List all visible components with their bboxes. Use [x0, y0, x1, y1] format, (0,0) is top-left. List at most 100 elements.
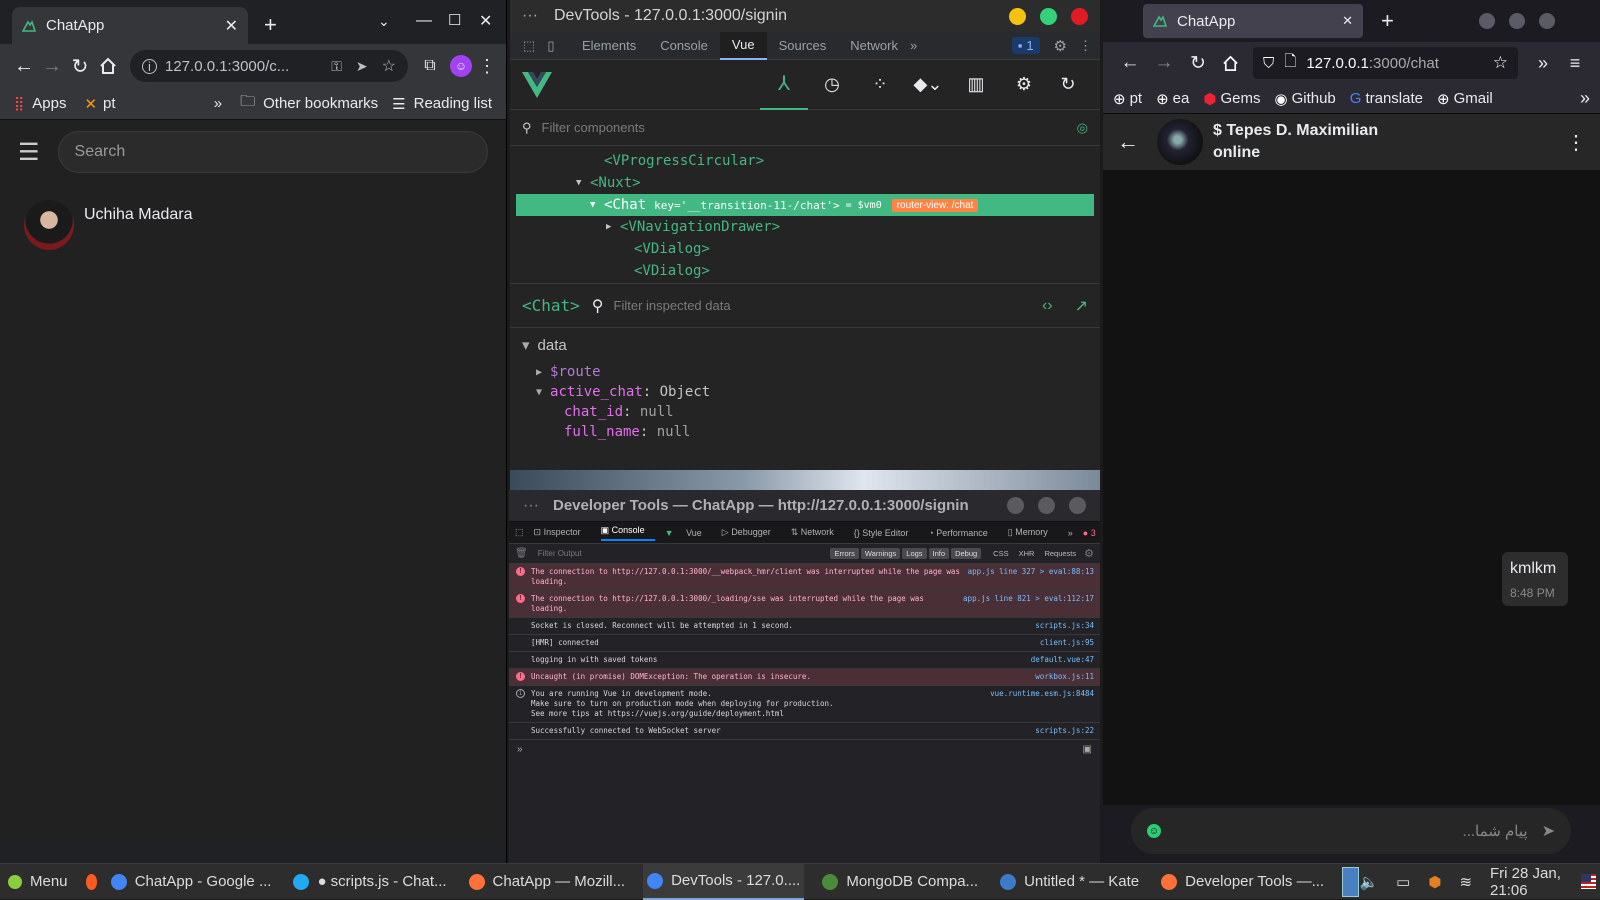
active-chat-key[interactable]: active_chat — [550, 384, 643, 400]
bookmark-item[interactable]: ⊕ pt — [1113, 90, 1142, 108]
picker-icon[interactable]: ⬚ — [515, 527, 524, 538]
tree-arrow-icon[interactable]: ▼ — [590, 200, 604, 210]
wifi-icon[interactable]: ≋ — [1459, 873, 1472, 891]
vuex-icon[interactable]: ⁘ — [856, 74, 904, 95]
console-message[interactable]: ! The connection to http://127.0.0.1:3000… — [509, 591, 1100, 618]
more-tabs-icon[interactable]: » — [910, 38, 1012, 53]
console-message[interactable]: ! Uncaught (in promise) DOMException: The… — [509, 669, 1100, 686]
update-shield-icon[interactable]: ⬢ — [1428, 873, 1441, 891]
console-source-link[interactable]: workbox.js:11 — [1035, 672, 1094, 682]
console-message[interactable]: [HMR] connected client.js:95 — [509, 635, 1100, 652]
minimize-button[interactable] — [1007, 497, 1024, 514]
minimize-icon[interactable]: — — [416, 12, 432, 30]
tree-arrow-icon[interactable]: ▶ — [606, 222, 620, 232]
tree-arrow-icon[interactable]: ▼ — [576, 178, 590, 188]
tab-search-icon[interactable]: ⌄ — [378, 13, 390, 30]
battery-icon[interactable]: ▭ — [1396, 873, 1410, 891]
timeline-icon[interactable]: ◷ — [808, 74, 856, 95]
taskbar-item[interactable]: ChatApp — Mozill... — [465, 864, 630, 900]
emoji-icon[interactable]: ☺ — [1147, 824, 1161, 838]
hamburger-icon[interactable]: ☰ — [18, 138, 40, 167]
more-tabs-icon[interactable]: » — [1068, 528, 1073, 538]
taskbar-item[interactable]: MongoDB Compa... — [818, 864, 982, 900]
send-icon[interactable]: ➤ — [356, 58, 368, 75]
chat-id-value[interactable]: null — [640, 404, 674, 420]
home-icon[interactable] — [1215, 55, 1245, 72]
settings-icon[interactable]: ⚙ — [1054, 37, 1067, 55]
select-component-icon[interactable]: ◎ — [1077, 120, 1088, 136]
tab-memory[interactable]: ▯ Memory — [1008, 527, 1058, 538]
more-icon[interactable]: ⋮ — [1079, 38, 1092, 54]
tab-console[interactable]: Console — [648, 32, 720, 60]
close-tab-icon[interactable]: ✕ — [225, 16, 238, 36]
tab-debugger[interactable]: ▷ Debugger — [722, 527, 781, 538]
bookmark-apps[interactable]: Apps — [32, 95, 66, 112]
brave-launcher-icon[interactable] — [85, 873, 97, 890]
tab-elements[interactable]: Elements — [570, 32, 648, 60]
taskbar-item[interactable]: Untitled * — Kate — [996, 864, 1143, 900]
editor-mode-icon[interactable]: ▣ — [1083, 744, 1092, 755]
trash-icon[interactable]: 🗑 — [515, 548, 528, 559]
key-icon[interactable]: ⚿ — [331, 58, 342, 75]
reload-icon[interactable]: ↻ — [1181, 52, 1215, 75]
forward-icon[interactable]: → — [1147, 52, 1181, 74]
more-bookmarks-icon[interactable]: » — [1580, 88, 1590, 109]
apps-icon[interactable]: ⣿ — [14, 95, 24, 112]
address-bar[interactable]: i 127.0.0.1:3000/c... ⚿ ➤ ☆ — [130, 50, 408, 82]
console-input[interactable]: » ▣ — [509, 740, 1100, 759]
console-source-link[interactable]: scripts.js:22 — [1035, 726, 1094, 736]
tab-style-editor[interactable]: {} Style Editor — [854, 528, 919, 538]
home-icon[interactable] — [94, 57, 122, 75]
forward-icon[interactable]: → — [38, 55, 66, 78]
overflow-icon[interactable]: » — [1526, 53, 1560, 74]
collapse-arrow-icon[interactable]: ▼ — [536, 387, 542, 398]
bookmark-item[interactable]: ⊕ Gmail — [1437, 90, 1493, 108]
tree-node[interactable]: <VDialog> — [510, 238, 1100, 260]
close-window-icon[interactable]: ✕ — [479, 11, 492, 31]
filter-css[interactable]: CSS — [989, 548, 1012, 559]
message-bubble[interactable]: kmlkm 8:48 PM — [1502, 552, 1568, 606]
close-button[interactable] — [1539, 13, 1555, 29]
other-bookmarks[interactable]: Other bookmarks — [263, 95, 378, 112]
taskbar-item[interactable]: ● scripts.js - Chat... — [289, 864, 450, 900]
browser-tab[interactable]: ChatApp ✕ — [1143, 4, 1363, 38]
start-menu[interactable]: Menu — [4, 864, 72, 900]
maximize-button[interactable] — [1038, 497, 1055, 514]
tab-sources[interactable]: Sources — [767, 32, 839, 60]
console-source-link[interactable]: scripts.js:34 — [1035, 621, 1094, 631]
bookmark-item[interactable]: Gtranslate — [1350, 90, 1423, 107]
tab-vue[interactable]: Vue — [719, 31, 767, 60]
contact-avatar[interactable] — [1157, 119, 1203, 165]
settings-panel-icon[interactable]: ⚙ — [1000, 74, 1048, 95]
console-settings-icon[interactable]: ⚙ — [1084, 547, 1094, 560]
console-message[interactable]: ! The connection to http://127.0.0.1:3000… — [509, 564, 1100, 591]
tab-performance[interactable]: ◔ Performance — [928, 528, 997, 538]
close-tab-icon[interactable]: ✕ — [1342, 13, 1353, 29]
chat-list-item[interactable]: Uchiha Madara — [24, 200, 482, 250]
open-in-editor-icon[interactable]: ↗ — [1075, 296, 1088, 316]
console-message[interactable]: logging in with saved tokens default.vue:… — [509, 652, 1100, 669]
minimize-button[interactable] — [1479, 13, 1495, 29]
maximize-icon[interactable]: ☐ — [448, 11, 461, 29]
routing-icon[interactable]: ◆⌄ — [904, 74, 952, 95]
address-bar[interactable]: ⛉ 🗋 127.0.0.1:3000/chat ☆ — [1253, 47, 1518, 79]
filter-requests[interactable]: Requests — [1040, 548, 1080, 559]
extensions-icon[interactable]: ⧉ — [416, 57, 444, 75]
shield-icon[interactable]: ⛉ — [1263, 55, 1274, 72]
profile-avatar[interactable]: ☺ — [450, 55, 472, 77]
tab-network[interactable]: Network — [838, 32, 910, 60]
inspect-element-icon[interactable]: ⬚ — [518, 38, 540, 54]
tab-network[interactable]: ⇅ Network — [791, 527, 844, 538]
menu-icon[interactable]: ≡ — [1560, 53, 1590, 74]
reading-list[interactable]: Reading list — [414, 95, 492, 112]
maximize-button[interactable] — [1040, 7, 1057, 25]
tree-node[interactable]: <VProgressCircular> — [510, 150, 1100, 172]
filter-logs[interactable]: Logs — [902, 548, 927, 559]
window-menu-icon[interactable]: ··· — [522, 7, 538, 25]
console-source-link[interactable]: vue.runtime.esm.js:8484 — [990, 689, 1094, 699]
message-input[interactable]: ☺ ...پیام شما ➤ — [1131, 808, 1571, 854]
search-input[interactable]: Search — [57, 131, 488, 173]
menu-icon[interactable]: ⋮ — [478, 56, 496, 77]
taskbar-item[interactable]: ChatApp - Google ... — [107, 864, 276, 900]
minimize-button[interactable] — [1009, 7, 1026, 25]
